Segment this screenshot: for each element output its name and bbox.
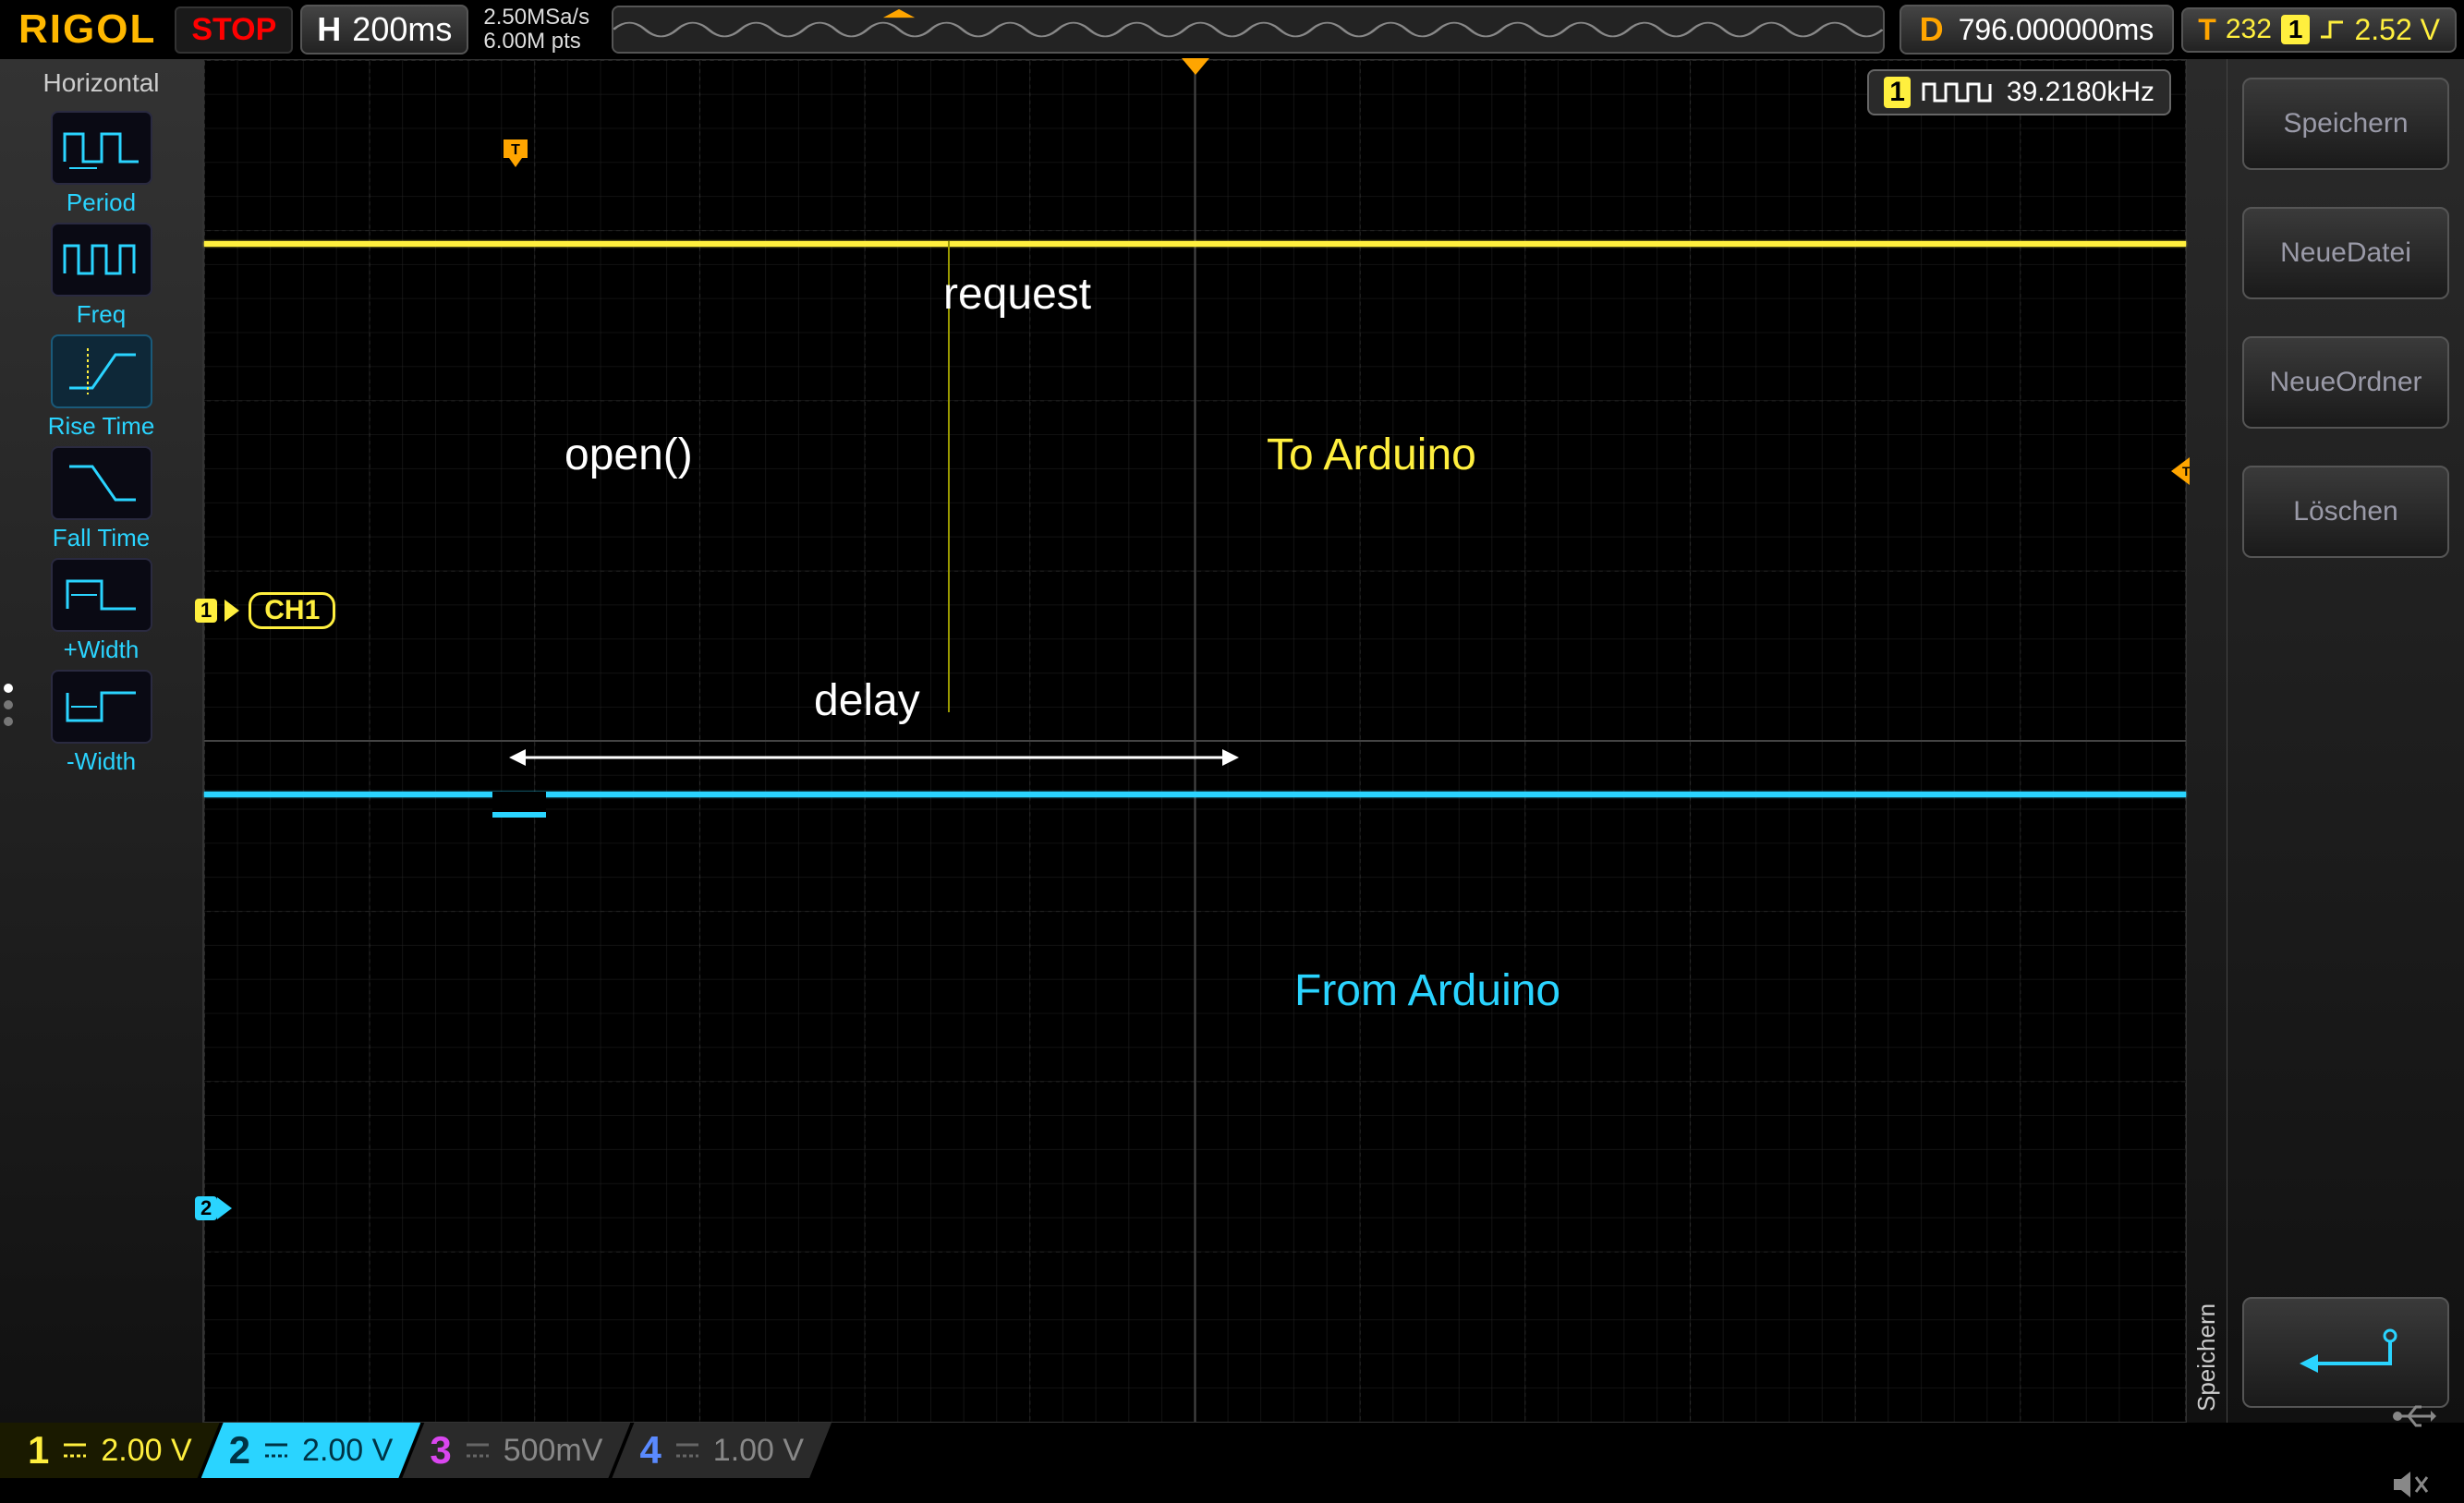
- enter-arrow-icon: [2290, 1325, 2401, 1380]
- delay-value: 796.000000ms: [1959, 13, 2154, 47]
- timebase-block[interactable]: H 200ms: [300, 5, 468, 55]
- arrow-right-icon: [225, 600, 241, 622]
- waveform-overview[interactable]: [612, 6, 1884, 54]
- channel-number: 2: [229, 1428, 250, 1473]
- channel-4-tab[interactable]: 4 1.00 V: [612, 1423, 831, 1478]
- annotation-delay: delay: [814, 675, 920, 726]
- top-bar: RIGOL STOP H 200ms 2.50MSa/s 6.00M pts D…: [0, 0, 2464, 59]
- ch2-trace: [204, 792, 2186, 797]
- status-icons: [2362, 1398, 2464, 1503]
- annotation-request: request: [943, 269, 1091, 320]
- right-panel: Speichern Speichern NeueDatei NeueOrdner…: [2187, 59, 2464, 1423]
- ch1-trace: [204, 241, 2186, 247]
- ch1-ground-marker: 1 CH1: [195, 592, 335, 629]
- ch1-label: CH1: [249, 592, 335, 629]
- run-state[interactable]: STOP: [175, 6, 293, 54]
- channel-scale: 1.00 V: [713, 1433, 804, 1469]
- period-icon: [51, 111, 152, 185]
- measure-label: Fall Time: [53, 524, 150, 552]
- channel-scale: 500mV: [504, 1433, 603, 1469]
- usb-icon: [2390, 1398, 2436, 1435]
- left-panel-title: Horizontal: [42, 65, 159, 105]
- measure-freq[interactable]: Freq: [37, 223, 166, 329]
- ch1-badge: 1: [195, 599, 217, 623]
- main-area: Horizontal Period Freq Rise Time Fall T: [0, 59, 2464, 1423]
- new-folder-button[interactable]: NeueOrdner: [2242, 336, 2449, 429]
- dc-coupling-icon: [60, 1436, 90, 1465]
- trigger-label: T: [2198, 13, 2216, 47]
- channel-scale: 2.00 V: [302, 1433, 393, 1469]
- measure-label: Rise Time: [48, 412, 155, 441]
- grid: [204, 60, 2186, 1422]
- svg-text:T: T: [511, 142, 520, 158]
- timebase-label: H: [317, 10, 341, 49]
- trigger-position-top-icon: [1182, 58, 1209, 77]
- measure-period[interactable]: Period: [37, 111, 166, 217]
- dc-coupling-icon: [261, 1436, 291, 1465]
- freq-value: 39.2180kHz: [2007, 77, 2154, 108]
- channel-scale: 2.00 V: [101, 1433, 191, 1469]
- measure-pos-width[interactable]: +Width: [37, 558, 166, 664]
- trigger-t-marker-icon: T: [500, 139, 531, 167]
- annotation-to-arduino: To Arduino: [1267, 430, 1476, 480]
- acquisition-info: 2.50MSa/s 6.00M pts: [476, 6, 597, 55]
- channel-number: 1: [28, 1428, 49, 1473]
- speaker-mute-icon: [2390, 1466, 2431, 1503]
- measure-label: +Width: [64, 636, 140, 664]
- trigger-level: 2.52 V: [2354, 13, 2440, 47]
- arrow-right-icon: [217, 1197, 234, 1219]
- square-wave-icon: [1922, 80, 1996, 104]
- measure-label: Freq: [77, 300, 126, 329]
- delay-label: D: [1920, 10, 1944, 49]
- fall-time-icon: [51, 446, 152, 520]
- measure-label: -Width: [67, 747, 136, 776]
- freq-counter: 1 39.2180kHz: [1867, 69, 2171, 115]
- freq-icon: [51, 223, 152, 297]
- trigger-block[interactable]: T 232 1 2.52 V: [2181, 7, 2457, 53]
- measure-fall-time[interactable]: Fall Time: [37, 446, 166, 552]
- sample-rate: 2.50MSa/s: [483, 6, 589, 30]
- measure-rise-time[interactable]: Rise Time: [37, 334, 166, 441]
- neg-width-icon: [51, 670, 152, 744]
- trigger-channel-badge: 1: [2281, 15, 2311, 44]
- page-indicator: [4, 684, 13, 726]
- channel-number: 4: [639, 1428, 661, 1473]
- trigger-num: 232: [2226, 14, 2272, 45]
- pos-width-icon: [51, 558, 152, 632]
- dc-coupling-icon: [673, 1436, 702, 1465]
- channel-number: 3: [430, 1428, 451, 1473]
- channel-2-tab[interactable]: 2 2.00 V: [201, 1423, 421, 1478]
- delete-button[interactable]: Löschen: [2242, 466, 2449, 558]
- ch2-badge: 2: [195, 1196, 217, 1220]
- annotation-open: open(): [564, 430, 693, 480]
- channel-3-tab[interactable]: 3 500mV: [402, 1423, 630, 1478]
- brand-logo: RIGOL: [7, 6, 167, 53]
- measure-label: Period: [67, 188, 136, 217]
- new-file-button[interactable]: NeueDatei: [2242, 207, 2449, 299]
- save-button[interactable]: Speichern: [2242, 78, 2449, 170]
- channel-1-tab[interactable]: 1 2.00 V: [0, 1423, 220, 1478]
- measure-neg-width[interactable]: -Width: [37, 670, 166, 776]
- annotation-from-arduino: From Arduino: [1294, 965, 1560, 1016]
- ch2-ground-marker: 2: [195, 1196, 234, 1220]
- waveform-display[interactable]: T T 1 CH1 2 1 39.2180kHz request open() …: [203, 59, 2187, 1423]
- delay-arrow: [509, 744, 1239, 771]
- right-panel-title: Speichern: [2187, 59, 2227, 1423]
- left-measure-panel: Horizontal Period Freq Rise Time Fall T: [0, 59, 203, 1423]
- mem-depth: 6.00M pts: [483, 30, 589, 54]
- freq-channel-badge: 1: [1884, 77, 1911, 108]
- timebase-value: 200ms: [352, 10, 452, 49]
- rise-time-icon: [51, 334, 152, 408]
- delay-block[interactable]: D 796.000000ms: [1900, 5, 2175, 55]
- dc-coupling-icon: [463, 1436, 492, 1465]
- rising-edge-icon: [2319, 17, 2345, 42]
- bottom-channel-bar: 1 2.00 V 2 2.00 V 3 500mV 4 1.00 V: [0, 1423, 2464, 1478]
- enter-button[interactable]: [2242, 1297, 2449, 1408]
